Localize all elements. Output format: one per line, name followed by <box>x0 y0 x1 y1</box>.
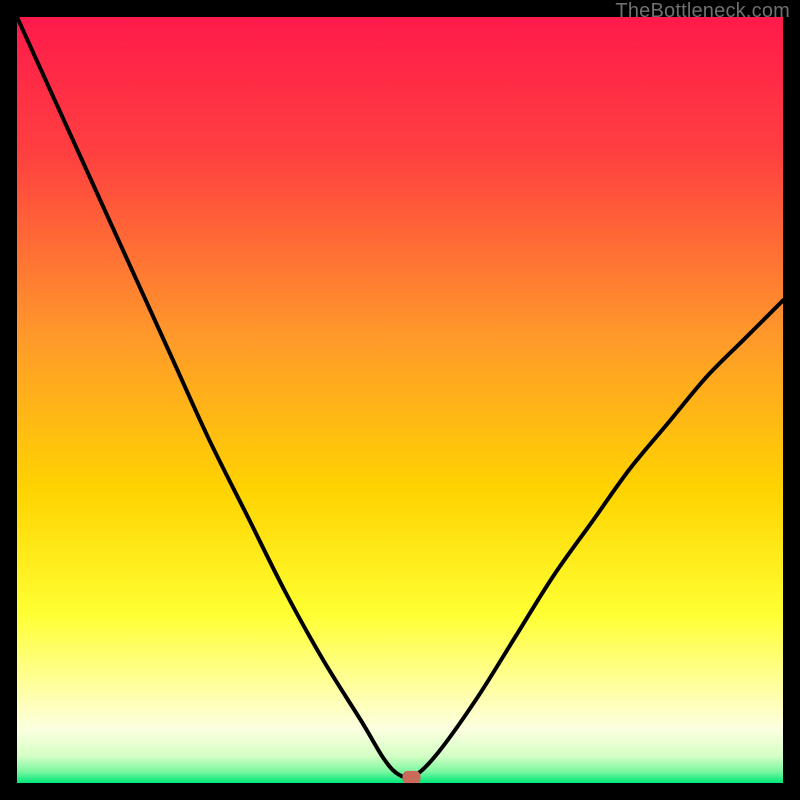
chart-frame <box>17 17 783 783</box>
gradient-background <box>17 17 783 783</box>
bottleneck-chart <box>17 17 783 783</box>
optimal-marker <box>403 771 421 783</box>
watermark-text: TheBottleneck.com <box>615 0 790 23</box>
